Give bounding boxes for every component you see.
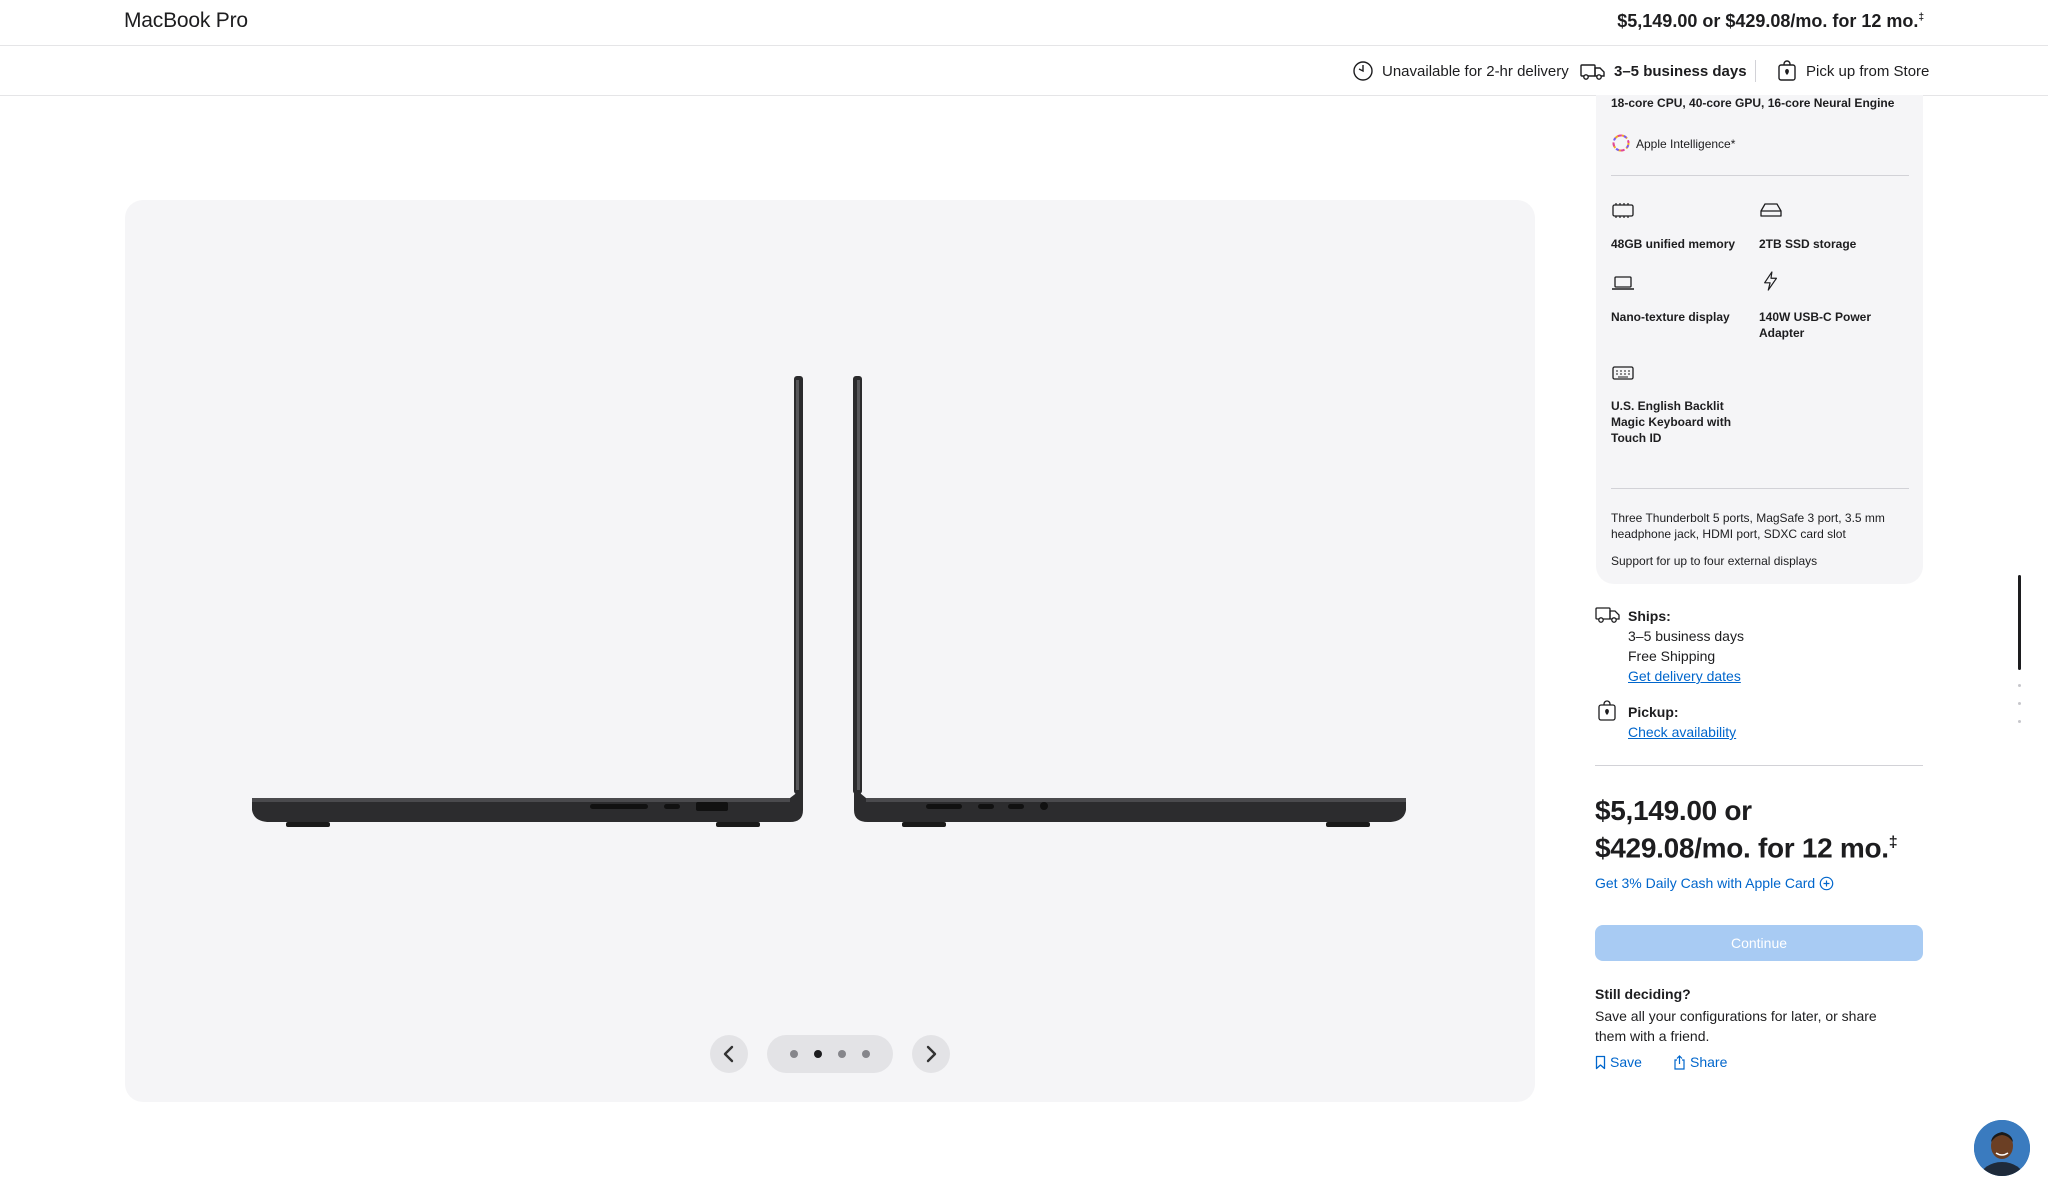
product-image-gallery bbox=[125, 200, 1535, 1102]
product-header-bar: MacBook Pro $5,149.00 or $429.08/mo. for… bbox=[0, 0, 2048, 46]
shipping-days-status: 3–5 business days bbox=[1580, 60, 1747, 82]
truck-icon bbox=[1580, 64, 1605, 80]
configuration-summary-panel: 18-core CPU, 40-core GPU, 16-core Neural… bbox=[1596, 95, 1923, 584]
gallery-previous-button[interactable] bbox=[710, 1035, 748, 1073]
ports-spec: Three Thunderbolt 5 ports, MagSafe 3 por… bbox=[1611, 511, 1885, 541]
get-delivery-dates-link[interactable]: Get delivery dates bbox=[1628, 668, 1741, 684]
pickup-label: Pickup: bbox=[1628, 704, 1679, 720]
truck-icon bbox=[1595, 607, 1620, 623]
section-indicator-dot[interactable] bbox=[2018, 684, 2021, 687]
specialist-portrait-icon bbox=[1974, 1120, 2030, 1176]
section-indicator-dot[interactable] bbox=[2018, 720, 2021, 723]
external-displays-spec: Support for up to four external displays bbox=[1611, 554, 1818, 568]
price-line-1: $5,149.00 or bbox=[1595, 795, 1752, 826]
store-pickup-option: Pick up from Store bbox=[1776, 60, 1929, 82]
apple-card-offer-link[interactable]: Get 3% Daily Cash with Apple Card bbox=[1595, 875, 1834, 891]
header-price: $5,149.00 or $429.08/mo. for 12 mo.‡ bbox=[1617, 11, 1924, 32]
apple-intelligence-label: Apple Intelligence* bbox=[1636, 137, 1736, 151]
product-title: MacBook Pro bbox=[124, 9, 248, 32]
store-bag-icon bbox=[1778, 60, 1796, 81]
gallery-next-button[interactable] bbox=[912, 1035, 950, 1073]
chevron-left-icon bbox=[723, 1045, 734, 1063]
apple-card-offer-text: Get 3% Daily Cash with Apple Card bbox=[1595, 875, 1816, 891]
two-hour-delivery-text: Unavailable for 2-hr delivery bbox=[1382, 62, 1569, 80]
spec-divider bbox=[1611, 175, 1909, 176]
section-scroll-indicator[interactable] bbox=[2018, 575, 2021, 670]
price-line-2-wrap: $429.08/mo. for 12 mo.‡ bbox=[1595, 827, 1925, 864]
chevron-right-icon bbox=[926, 1045, 937, 1063]
ships-label: Ships: bbox=[1628, 608, 1671, 624]
bookmark-icon bbox=[1595, 1055, 1606, 1069]
total-price: $5,149.00 or $429.08/mo. for 12 mo.‡ bbox=[1595, 795, 1925, 864]
shipping-days-text: 3–5 business days bbox=[1614, 62, 1747, 80]
power-adapter-spec: 140W USB-C Power Adapter bbox=[1759, 310, 1872, 340]
storage-spec: 2TB SSD storage bbox=[1759, 237, 1857, 251]
still-deciding-body: Save all your configurations for later, … bbox=[1595, 1008, 1877, 1044]
plus-circle-icon bbox=[1819, 876, 1834, 890]
section-divider bbox=[1595, 765, 1923, 766]
price-line-2: $429.08/mo. for 12 mo. bbox=[1595, 832, 1889, 864]
still-deciding-title: Still deciding? bbox=[1595, 986, 1691, 1002]
apple-intelligence-icon bbox=[1612, 134, 1630, 152]
display-spec: Nano-texture display bbox=[1611, 310, 1730, 324]
delivery-options-bar: Unavailable for 2-hr delivery 3–5 busine… bbox=[0, 46, 2048, 96]
ships-days: 3–5 business days bbox=[1628, 628, 1744, 644]
save-button[interactable]: Save bbox=[1595, 1054, 1642, 1070]
spec-divider bbox=[1611, 488, 1909, 489]
free-shipping: Free Shipping bbox=[1628, 648, 1716, 664]
memory-chip-icon bbox=[1612, 203, 1634, 218]
gallery-pagination bbox=[767, 1035, 893, 1073]
check-availability-link[interactable]: Check availability bbox=[1628, 724, 1736, 740]
chip-spec: 18-core CPU, 40-core GPU, 16-core Neural… bbox=[1611, 96, 1895, 110]
share-button[interactable]: Share bbox=[1673, 1054, 1727, 1070]
laptop-icon bbox=[1612, 276, 1634, 290]
macbook-left-side-image bbox=[252, 376, 803, 827]
gallery-dot-3[interactable] bbox=[838, 1050, 846, 1058]
store-pickup-text: Pick up from Store bbox=[1806, 62, 1930, 80]
gallery-dot-4[interactable] bbox=[862, 1050, 870, 1058]
gallery-dot-2[interactable] bbox=[814, 1050, 822, 1058]
storage-drive-icon bbox=[1760, 203, 1782, 217]
macbook-right-side-image bbox=[853, 376, 1406, 827]
save-label: Save bbox=[1610, 1054, 1642, 1070]
price-footnote-mark: ‡ bbox=[1888, 834, 1898, 851]
timer-icon bbox=[1353, 61, 1373, 81]
bolt-icon bbox=[1764, 271, 1778, 291]
keyboard-icon bbox=[1612, 366, 1634, 380]
share-label: Share bbox=[1690, 1054, 1728, 1070]
continue-button[interactable]: Continue bbox=[1595, 925, 1923, 961]
chat-specialist-avatar[interactable] bbox=[1974, 1120, 2030, 1176]
section-indicator-dot[interactable] bbox=[2018, 702, 2021, 705]
store-bag-icon bbox=[1598, 700, 1616, 721]
delivery-divider bbox=[1755, 60, 1756, 82]
two-hour-delivery-status: Unavailable for 2-hr delivery bbox=[1352, 60, 1569, 82]
header-price-text: $5,149.00 or $429.08/mo. for 12 mo. bbox=[1617, 11, 1919, 31]
gallery-dot-1[interactable] bbox=[790, 1050, 798, 1058]
keyboard-spec: U.S. English Backlit Magic Keyboard with… bbox=[1611, 399, 1732, 445]
memory-spec: 48GB unified memory bbox=[1611, 237, 1736, 251]
share-icon bbox=[1674, 1054, 1685, 1070]
header-price-mark: ‡ bbox=[1918, 12, 1924, 23]
